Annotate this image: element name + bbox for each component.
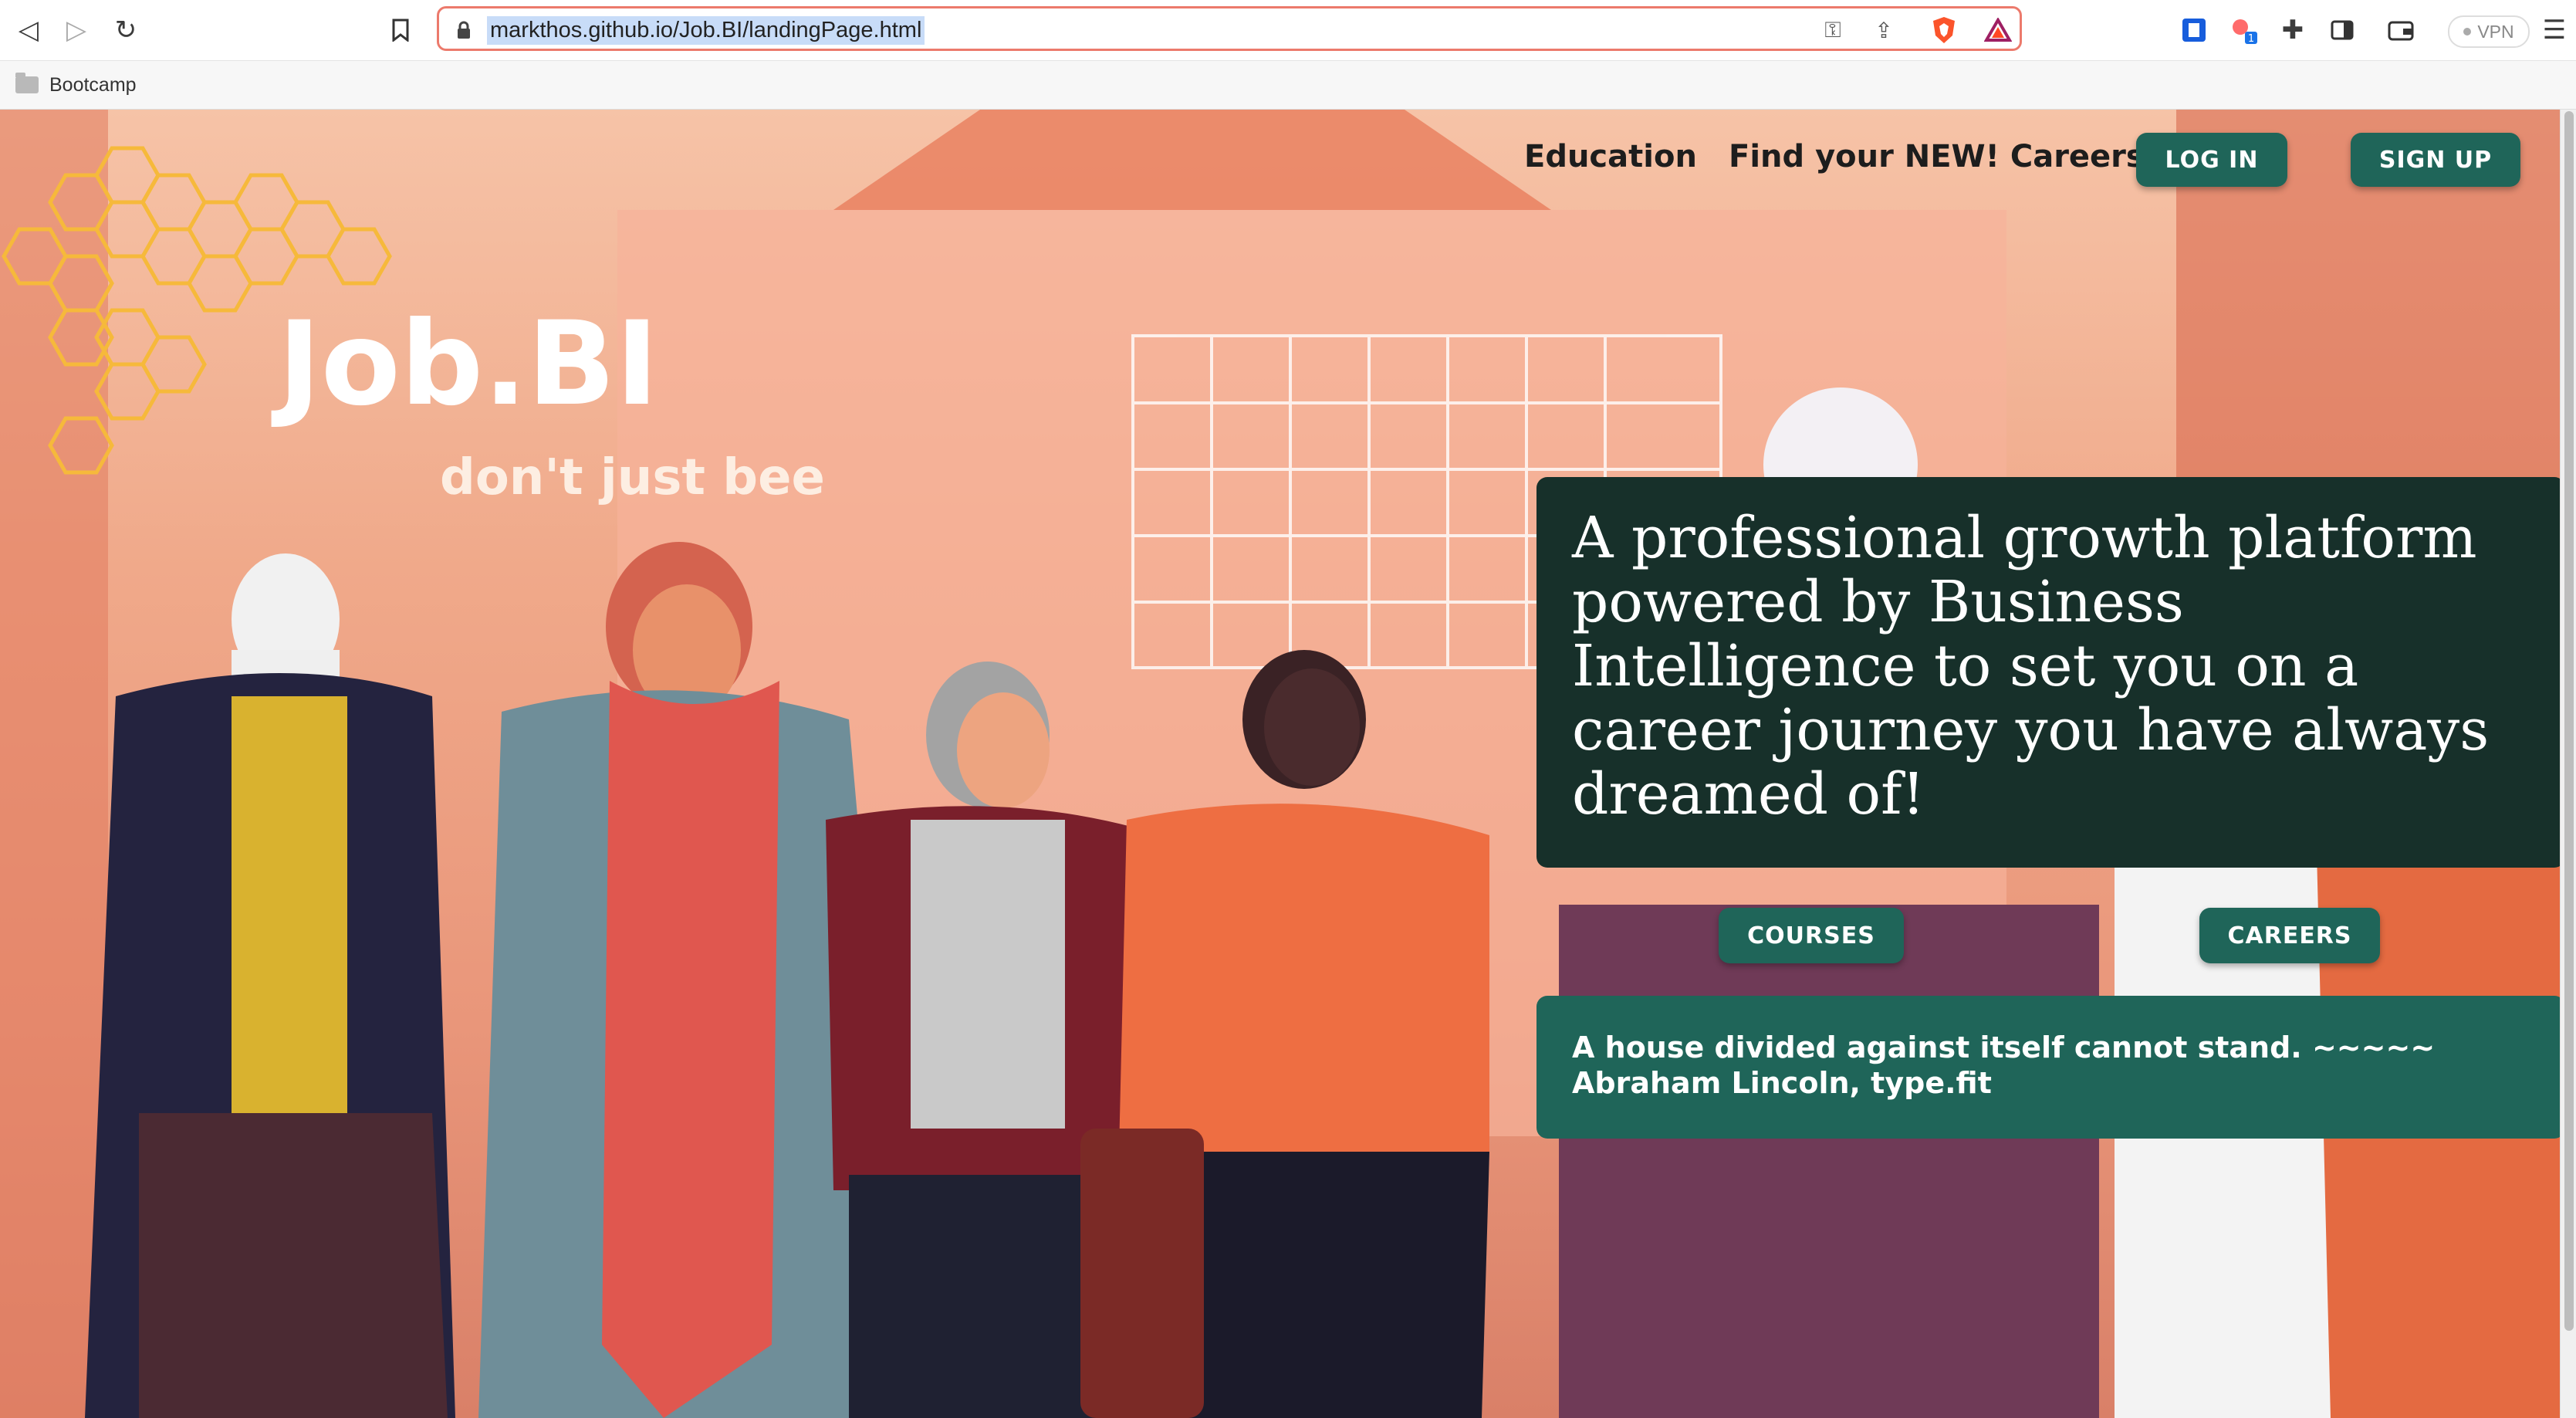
share-icon[interactable]: ⇪ bbox=[1867, 13, 1901, 47]
courses-button[interactable]: COURSES bbox=[1719, 908, 1904, 963]
extension-icon[interactable]: 1 bbox=[2224, 11, 2263, 49]
url-text[interactable]: markthos.github.io/Job.BI/landingPage.ht… bbox=[487, 16, 925, 45]
quote-text: A house divided against itself cannot st… bbox=[1572, 1031, 2436, 1100]
hero-card: A professional growth platform powered b… bbox=[1536, 477, 2565, 868]
vpn-status-dot-icon bbox=[2463, 28, 2472, 36]
logo-tagline: don't just bee bbox=[440, 449, 825, 506]
quote-card: A house divided against itself cannot st… bbox=[1536, 996, 2565, 1139]
key-icon[interactable]: ⚿ bbox=[1816, 13, 1850, 47]
login-button[interactable]: LOG IN bbox=[2136, 133, 2287, 187]
page-viewport: Education Find your NEW! Careers LOG IN … bbox=[0, 110, 2576, 1418]
hero-headline: A professional growth platform powered b… bbox=[1572, 505, 2490, 827]
nav-careers-link[interactable]: Find your NEW! Careers bbox=[1729, 139, 2145, 174]
bookmarks-bar: Bootcamp bbox=[0, 61, 2576, 110]
menu-icon[interactable]: ☰ bbox=[2539, 11, 2570, 49]
scrollbar-thumb[interactable] bbox=[2564, 111, 2574, 1331]
address-bar[interactable]: markthos.github.io/Job.BI/landingPage.ht… bbox=[437, 6, 2022, 51]
bookmark-folder-bootcamp[interactable]: Bootcamp bbox=[15, 69, 137, 101]
reload-icon[interactable]: ↻ bbox=[106, 11, 145, 49]
bookmark-folder-label: Bootcamp bbox=[49, 73, 137, 96]
logo-title: Job.BI bbox=[278, 297, 659, 431]
extension-badge: 1 bbox=[2248, 33, 2254, 45]
page-scrollbar[interactable] bbox=[2560, 110, 2576, 1418]
bitwarden-extension-icon[interactable] bbox=[2175, 11, 2213, 49]
bookmark-icon[interactable] bbox=[381, 11, 420, 49]
careers-button[interactable]: CAREERS bbox=[2199, 908, 2380, 963]
nav-education-link[interactable]: Education bbox=[1524, 139, 1697, 174]
puzzle-icon[interactable]: ✚ bbox=[2273, 11, 2312, 49]
folder-icon bbox=[15, 73, 39, 93]
vpn-label: VPN bbox=[2477, 21, 2514, 42]
wallet-icon[interactable] bbox=[2382, 11, 2420, 49]
brave-shield-icon[interactable] bbox=[1927, 13, 1961, 47]
lock-icon[interactable] bbox=[447, 13, 481, 47]
back-icon[interactable]: ◁ bbox=[9, 11, 48, 49]
sidebar-icon[interactable] bbox=[2323, 11, 2361, 49]
forward-icon[interactable]: ▷ bbox=[57, 11, 96, 49]
signup-button[interactable]: SIGN UP bbox=[2351, 133, 2520, 187]
brave-rewards-icon[interactable] bbox=[1981, 13, 2015, 47]
browser-toolbar: ◁ ▷ ↻ markthos.github.io/Job.BI/landingP… bbox=[0, 0, 2576, 61]
vpn-button[interactable]: VPN bbox=[2448, 15, 2530, 48]
